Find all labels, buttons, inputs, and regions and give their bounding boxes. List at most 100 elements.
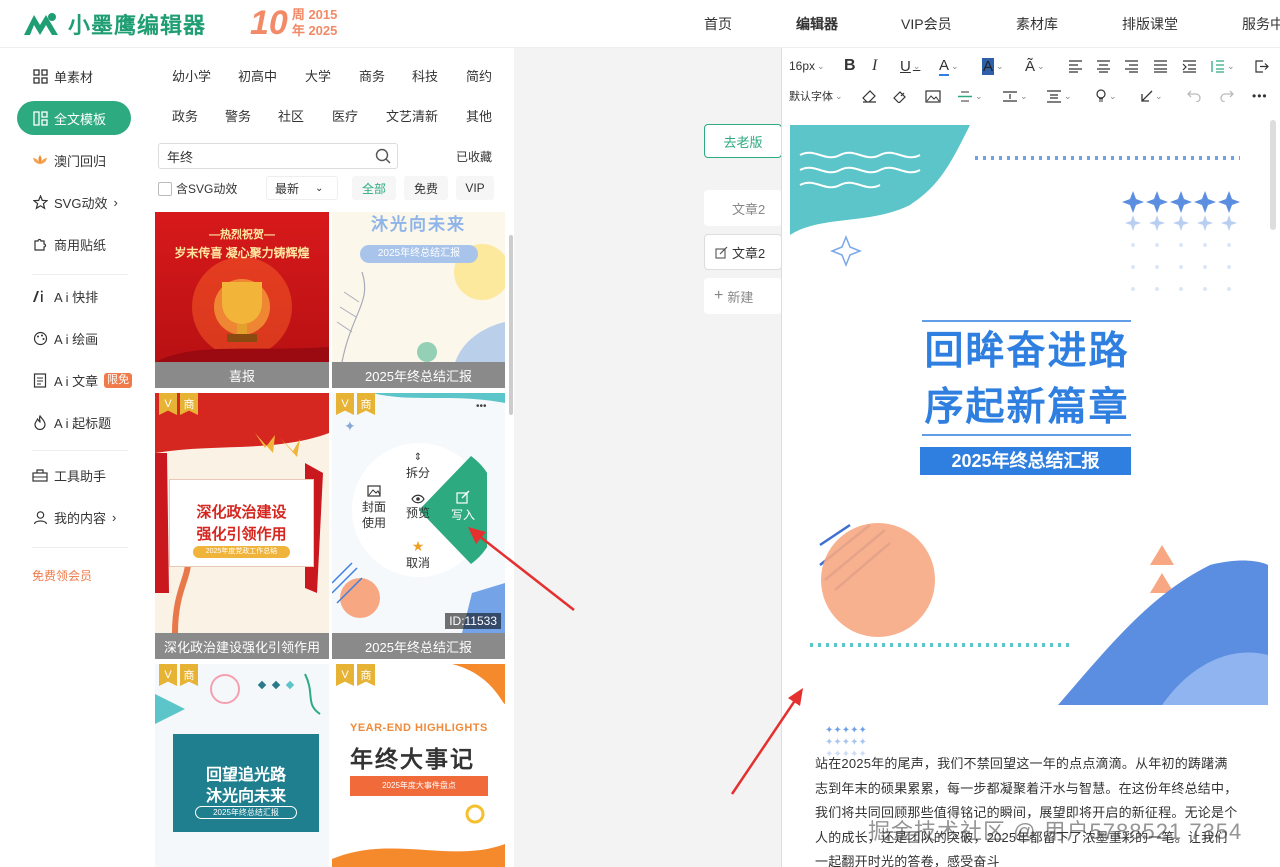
sidebar-item-tools[interactable]: 工具助手: [32, 463, 106, 487]
bold-icon[interactable]: B: [844, 57, 856, 75]
search-icon[interactable]: [375, 148, 391, 164]
menu-preview[interactable]: 预览: [403, 494, 433, 521]
card-caption: 2025年终总结汇报: [332, 633, 505, 659]
nav-materials[interactable]: 素材库: [1016, 14, 1058, 34]
more-options-icon[interactable]: •••: [476, 401, 487, 412]
card-line2: 沐光向未来: [205, 788, 286, 805]
sidebar-item-ai-title[interactable]: A i 起标题: [32, 410, 111, 434]
indent-icon[interactable]: [1182, 59, 1197, 73]
bulb-icon[interactable]: ⌄: [1095, 89, 1117, 103]
text-effect-icon[interactable]: Ã ⌄: [1025, 58, 1045, 75]
align-center-icon[interactable]: [1096, 59, 1111, 73]
image-insert-icon[interactable]: [925, 89, 941, 103]
panel-scrollbar[interactable]: [509, 235, 513, 415]
template-card[interactable]: 沐光向未来 2025年终总结汇报 2025年终总结汇报: [332, 212, 505, 388]
category-university[interactable]: 大学: [305, 66, 331, 85]
font-family-select[interactable]: 默认字体 ⌄: [789, 88, 843, 104]
new-doc-button[interactable]: + 新建: [704, 278, 782, 314]
divider-icon[interactable]: ⌄: [957, 90, 983, 103]
align-justify-icon[interactable]: [1153, 59, 1168, 73]
eraser-icon[interactable]: [862, 89, 877, 103]
chevron-down-icon: ⌄: [315, 182, 324, 194]
template-card[interactable]: 深化政治建设 强化引领作用 2025年度党政工作总结 V 商 深化政治建设强化引…: [155, 393, 329, 659]
cover-title-line1: 回眸奋进路: [924, 330, 1130, 373]
nav-course[interactable]: 排版课堂: [1122, 14, 1178, 34]
chip-vip[interactable]: VIP: [456, 176, 494, 200]
favorites-link[interactable]: 已收藏: [456, 148, 492, 165]
svg-filter-checkbox[interactable]: 含SVG动效: [158, 180, 237, 197]
redo-icon[interactable]: [1220, 90, 1234, 102]
editor-scrollbar[interactable]: [1270, 120, 1276, 230]
align-right-icon[interactable]: [1124, 59, 1139, 73]
vip-tag: V: [159, 664, 177, 686]
top-nav: 首页 编辑器 VIP会员 素材库 排版课堂 服务中: [0, 0, 1280, 48]
more-icon[interactable]: •••: [1252, 89, 1268, 103]
sidebar-item-label: A i 起标题: [54, 415, 112, 431]
category-community[interactable]: 社区: [278, 106, 304, 125]
sidebar-item-label: 全文模板: [54, 111, 107, 127]
sidebar-item-ai-paint[interactable]: A i 绘画: [32, 326, 98, 350]
eye-icon: [411, 494, 425, 504]
category-medical[interactable]: 医疗: [332, 106, 358, 125]
align-left-icon[interactable]: [1068, 59, 1083, 73]
template-card[interactable]: —热烈祝贺— 岁末传喜 凝心聚力铸辉煌 喜报: [155, 212, 329, 388]
search-input[interactable]: [159, 144, 359, 168]
sidebar-item-full-template[interactable]: 全文模板: [32, 106, 106, 130]
sidebar-item-my-content[interactable]: 我的内容 ›: [32, 505, 116, 529]
card-line1: YEAR-END HIGHLIGHTS: [350, 722, 488, 734]
document-paragraph[interactable]: 站在2025年的尾声，我们不禁回望这一年的点点滴滴。从年初的踌躇满志到年末的硕果…: [815, 752, 1240, 867]
highlight-color-icon[interactable]: A ⌄: [982, 57, 1004, 75]
chip-all[interactable]: 全部: [352, 176, 396, 200]
menu-split[interactable]: ⇕ 拆分: [403, 452, 433, 481]
font-color-icon[interactable]: A ⌄: [939, 57, 959, 76]
nav-service[interactable]: 服务中: [1242, 14, 1280, 34]
arrow-down-left-icon[interactable]: ⌄: [1140, 90, 1163, 103]
edit-icon: [715, 246, 728, 259]
category-gov[interactable]: 政务: [172, 106, 198, 125]
chip-free[interactable]: 免费: [404, 176, 448, 200]
sidebar-item-single-material[interactable]: 单素材: [32, 64, 93, 88]
commercial-tag: 商: [180, 393, 198, 415]
category-police[interactable]: 警务: [225, 106, 251, 125]
category-tech[interactable]: 科技: [412, 66, 438, 85]
italic-icon[interactable]: I: [872, 57, 877, 75]
menu-write[interactable]: 写入: [447, 490, 479, 523]
font-size-select[interactable]: 16px ⌄: [789, 59, 825, 73]
template-search[interactable]: [158, 143, 398, 169]
category-business[interactable]: 商务: [359, 66, 385, 85]
template-card[interactable]: 回望追光路 沐光向未来 2025年终总结汇报 V 商: [155, 664, 329, 867]
undo-icon[interactable]: [1187, 90, 1201, 102]
category-simple[interactable]: 简约: [466, 66, 492, 85]
menu-cancel[interactable]: ★ 取消: [401, 538, 435, 571]
nav-vip[interactable]: VIP会员: [901, 14, 952, 34]
category-other[interactable]: 其他: [466, 106, 492, 125]
doc-tab[interactable]: 文章2: [704, 190, 782, 226]
template-card[interactable]: YEAR-END HIGHLIGHTS 年终大事记 2025年度大事件盘点 V …: [332, 664, 505, 867]
category-art[interactable]: 文艺清新: [386, 106, 438, 125]
category-middle[interactable]: 初高中: [238, 66, 277, 85]
underline-icon[interactable]: U ⌄: [900, 58, 920, 75]
card-line1: —热烈祝贺—: [209, 229, 275, 241]
menu-cover[interactable]: 封面 使用: [358, 485, 390, 531]
free-vip-link[interactable]: 免费领会员: [32, 563, 92, 587]
sidebar-item-svg[interactable]: SVG动效 ›: [32, 190, 118, 214]
margin-icon[interactable]: ⌄: [1046, 89, 1072, 103]
card-caption: 深化政治建设强化引领作用: [155, 633, 329, 659]
exit-icon[interactable]: [1255, 59, 1269, 73]
format-brush-icon[interactable]: [892, 90, 907, 103]
spacing-icon[interactable]: ⌄: [1002, 90, 1028, 103]
sidebar-item-ai-article[interactable]: A i 文章 限免: [32, 368, 133, 392]
sidebar-item-ai-layout[interactable]: A i 快排: [32, 284, 98, 308]
grid-icon: [32, 68, 48, 84]
category-primary[interactable]: 幼小学: [172, 66, 211, 85]
nav-editor[interactable]: 编辑器: [796, 14, 838, 34]
old-version-button[interactable]: 去老版: [704, 124, 782, 158]
line-height-icon[interactable]: ⌄: [1210, 59, 1235, 73]
nav-home[interactable]: 首页: [704, 14, 732, 34]
sidebar-item-macau[interactable]: 澳门回归: [32, 148, 106, 172]
sidebar-item-stickers[interactable]: 商用贴纸: [32, 232, 106, 256]
sort-select[interactable]: 最新 ⌄: [266, 176, 338, 200]
doc-tab-active[interactable]: 文章2: [704, 234, 782, 270]
checkbox-box[interactable]: [158, 181, 172, 196]
commercial-tag: 商: [357, 664, 375, 686]
